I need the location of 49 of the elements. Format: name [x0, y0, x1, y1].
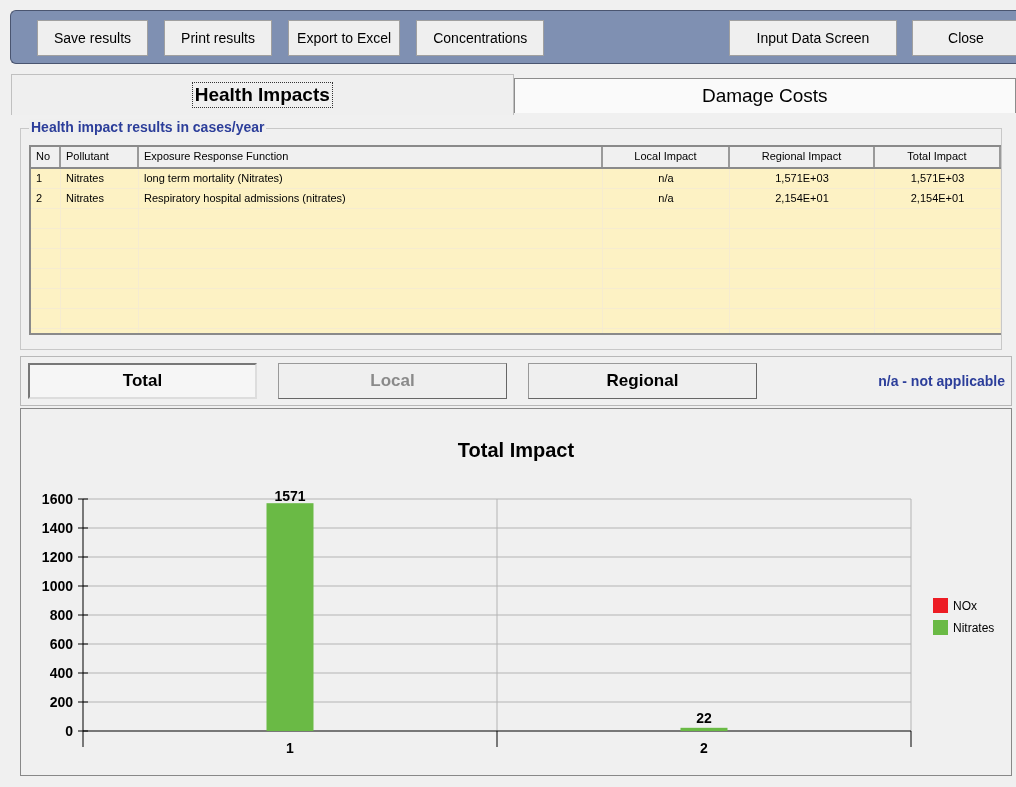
axis-label: 1600	[41, 491, 73, 507]
table-cell: Respiratory hospital admissions (nitrates)	[139, 189, 603, 208]
axis-label: 600	[49, 636, 73, 652]
table-cell: Nitrates	[61, 169, 139, 188]
axis-label: 200	[49, 694, 73, 710]
column-header[interactable]: Exposure Response Function	[139, 147, 603, 167]
table-cell: Nitrates	[61, 189, 139, 208]
legend-label: NOx	[953, 599, 977, 613]
table-cell: long term mortality (Nitrates)	[139, 169, 603, 188]
axis-label: 400	[49, 665, 73, 681]
axis-label: 800	[49, 607, 73, 623]
toolbar-button[interactable]: Close	[912, 20, 1016, 56]
column-header[interactable]: Regional Impact	[730, 147, 875, 167]
axis-label: 1400	[41, 520, 73, 536]
table-cell: 2,154E+01	[875, 189, 1001, 208]
chart-title: Total Impact	[457, 439, 575, 461]
table-cell: 2,154E+01	[730, 189, 875, 208]
data-label: 22	[696, 710, 712, 726]
table-cell: 1	[31, 169, 61, 188]
view-button[interactable]: Total	[28, 363, 257, 399]
axis-label: 1000	[41, 578, 73, 594]
legend-swatch	[933, 620, 948, 635]
data-label: 1571	[274, 488, 306, 505]
tab[interactable]: Health Impacts	[11, 74, 514, 115]
note-text: n/a - not applicable	[878, 373, 1005, 389]
axis-label: 1200	[41, 549, 73, 565]
legend-swatch	[933, 598, 948, 613]
column-header[interactable]: Local Impact	[603, 147, 730, 167]
column-header[interactable]: Total Impact	[875, 147, 1001, 167]
toolbar-button[interactable]: Save results	[37, 20, 149, 56]
tab[interactable]: Damage Costs	[513, 78, 1016, 113]
group-title: Health impact results in cases/year	[29, 119, 267, 135]
table-cell: 1,571E+03	[875, 169, 1001, 188]
axis-label: 0	[65, 723, 73, 739]
axis-label: 2	[700, 740, 708, 756]
column-header[interactable]: No	[31, 147, 61, 167]
bar	[680, 727, 728, 731]
axis-label: 1	[286, 740, 294, 756]
table-cell: n/a	[603, 189, 730, 208]
table-cell: 1,571E+03	[730, 169, 875, 188]
legend-label: Nitrates	[953, 621, 995, 635]
toolbar-button[interactable]: Export to Excel	[288, 20, 401, 56]
toolbar-button[interactable]: Print results	[164, 20, 273, 56]
table-cell: 2	[31, 189, 61, 208]
column-header[interactable]: Pollutant	[61, 147, 139, 167]
toolbar-button[interactable]: Concentrations	[416, 20, 545, 56]
table-cell: n/a	[603, 169, 730, 188]
view-button[interactable]: Regional	[528, 363, 757, 399]
toolbar-button[interactable]: Input Data Screen	[729, 20, 897, 56]
